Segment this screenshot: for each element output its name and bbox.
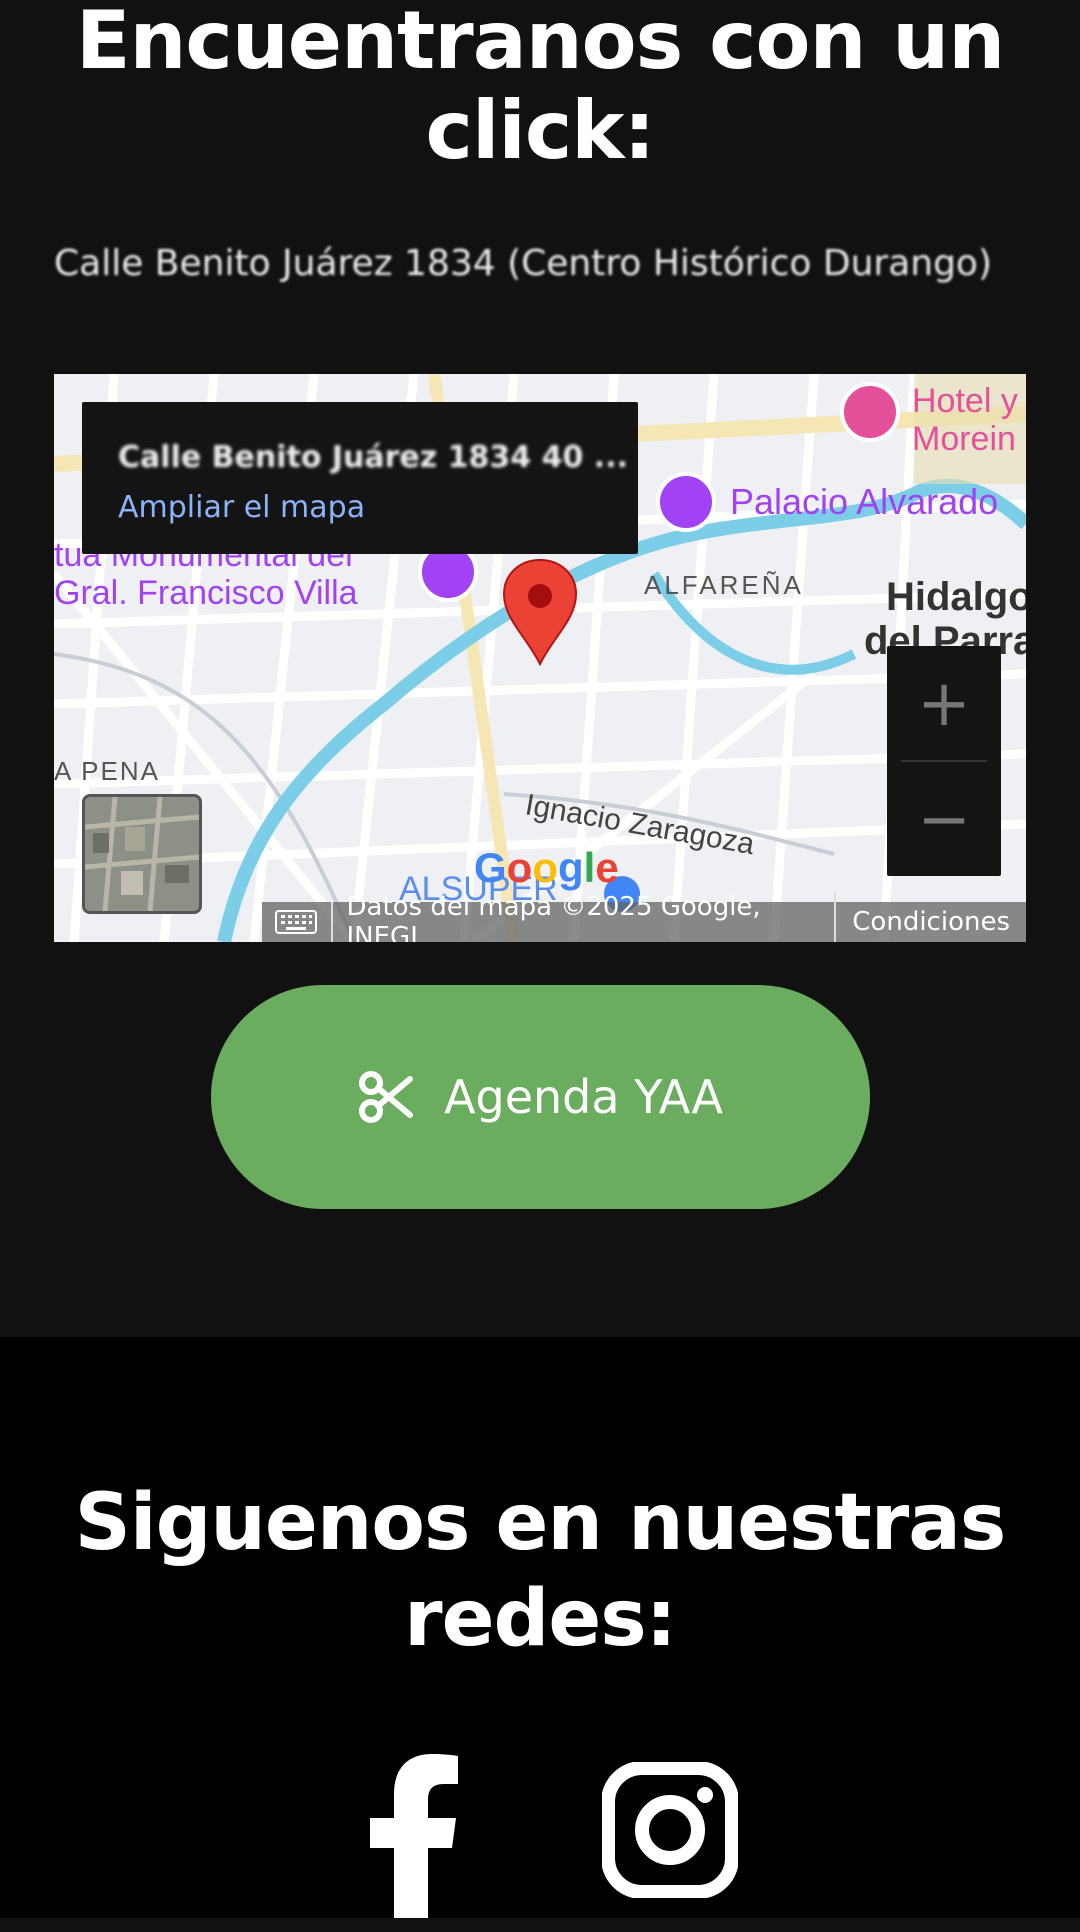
label-hidalgo-1: Hidalgo [886, 575, 1026, 619]
social-heading-line2: redes: [404, 1574, 677, 1664]
map-data-attribution: Datos del mapa ©2025 Google, INEGI [333, 892, 837, 942]
address-text: Calle Benito Juárez 1834 (Centro Históri… [54, 243, 993, 284]
facebook-link[interactable] [370, 1748, 458, 1918]
map-place-title: Calle Benito Juárez 1834 40 ... [118, 440, 628, 475]
agenda-button-label: Agenda YAA [444, 1070, 723, 1124]
map-info-card: Calle Benito Juárez 1834 40 ... Ampliar … [82, 402, 638, 554]
enlarge-map-link[interactable]: Ampliar el mapa [118, 490, 365, 525]
label-monument-2: Gral. Francisco Villa [54, 574, 358, 612]
satellite-thumbnail-icon [85, 797, 199, 911]
instagram-link[interactable] [602, 1762, 738, 1932]
location-section: Encuentranos con un click: Calle Benito … [0, 0, 1080, 1337]
terms-link[interactable]: Condiciones [836, 907, 1026, 937]
zoom-controls: + − [887, 646, 1001, 876]
label-hotel-2: Morein [912, 420, 1016, 458]
find-us-heading-line2: click: [425, 84, 656, 177]
map-attribution-bar: Datos del mapa ©2025 Google, INEGI Condi… [262, 892, 1026, 942]
social-heading-line1: Siguenos en nuestras [74, 1478, 1007, 1568]
google-logo: Google [474, 844, 619, 891]
agenda-button[interactable]: Agenda YAA [211, 985, 870, 1209]
keyboard-shortcuts-button[interactable] [262, 902, 333, 942]
keyboard-icon [275, 910, 318, 934]
instagram-icon [602, 1762, 738, 1898]
label-hotel-1: Hotel y [912, 382, 1018, 420]
embedded-map[interactable]: Hotel y Morein Palacio Alvarado tua Monu… [54, 374, 1026, 942]
label-palacio: Palacio Alvarado [730, 481, 998, 522]
zoom-out-button[interactable]: − [887, 762, 1001, 877]
zoom-in-button[interactable]: + [887, 646, 1001, 761]
scissors-icon [359, 1071, 414, 1123]
satellite-toggle-button[interactable] [82, 794, 202, 914]
facebook-icon [370, 1754, 458, 1918]
find-us-heading-line1: Encuentranos con un [75, 0, 1005, 87]
label-pena: A PENA [54, 756, 160, 786]
label-alfarena: ALFAREÑA [644, 570, 804, 600]
